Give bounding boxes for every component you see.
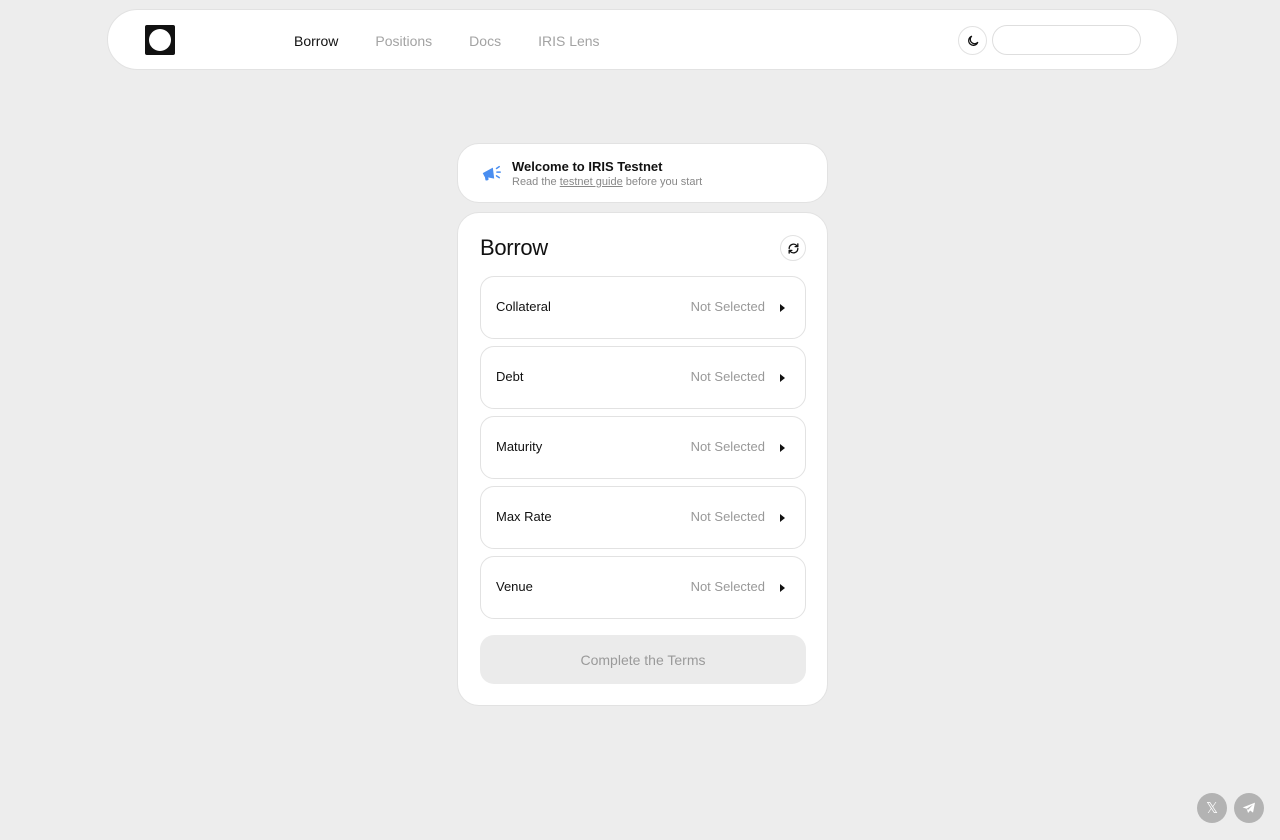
banner-title: Welcome to IRIS Testnet xyxy=(512,159,663,174)
x-social-button[interactable]: 𝕏 xyxy=(1197,793,1227,823)
borrow-card: Borrow Collateral Not Selected Debt Not … xyxy=(457,212,828,706)
refresh-button[interactable] xyxy=(780,235,806,261)
collateral-selector[interactable]: Collateral Not Selected xyxy=(480,276,806,339)
wallet-connect-button[interactable] xyxy=(992,25,1141,55)
maturity-selector[interactable]: Maturity Not Selected xyxy=(480,416,806,479)
top-navbar: Borrow Positions Docs IRIS Lens xyxy=(107,9,1178,70)
venue-selector[interactable]: Venue Not Selected xyxy=(480,556,806,619)
nav-link-positions[interactable]: Positions xyxy=(375,33,432,49)
caret-right-icon xyxy=(780,444,785,452)
caret-right-icon xyxy=(780,514,785,522)
testnet-guide-link[interactable]: testnet guide xyxy=(560,176,623,188)
terms-list: Collateral Not Selected Debt Not Selecte… xyxy=(480,276,806,626)
banner-sub-suffix: before you start xyxy=(622,176,703,188)
nav-link-borrow[interactable]: Borrow xyxy=(294,33,338,49)
logo[interactable] xyxy=(145,25,175,55)
page-title: Borrow xyxy=(480,235,548,260)
row-label: Maturity xyxy=(496,439,543,454)
complete-terms-button[interactable]: Complete the Terms xyxy=(480,635,806,684)
row-label: Collateral xyxy=(496,299,551,314)
theme-toggle-button[interactable] xyxy=(958,26,987,55)
row-value: Not Selected xyxy=(690,299,765,314)
banner-subtitle: Read the testnet guide before you start xyxy=(512,176,702,188)
debt-selector[interactable]: Debt Not Selected xyxy=(480,346,806,409)
row-value: Not Selected xyxy=(690,579,765,594)
caret-right-icon xyxy=(780,304,785,312)
telegram-social-button[interactable] xyxy=(1234,793,1264,823)
caret-right-icon xyxy=(780,374,785,382)
nav-link-docs[interactable]: Docs xyxy=(469,33,501,49)
caret-right-icon xyxy=(780,584,785,592)
row-value: Not Selected xyxy=(690,439,765,454)
row-label: Max Rate xyxy=(496,509,552,524)
row-label: Venue xyxy=(496,579,533,594)
nav-link-iris-lens[interactable]: IRIS Lens xyxy=(538,33,599,49)
row-value: Not Selected xyxy=(690,509,765,524)
welcome-banner: Welcome to IRIS Testnet Read the testnet… xyxy=(457,143,828,203)
x-icon: 𝕏 xyxy=(1205,800,1219,817)
main-nav: Borrow Positions Docs IRIS Lens xyxy=(294,10,637,71)
telegram-icon xyxy=(1242,802,1255,813)
max-rate-selector[interactable]: Max Rate Not Selected xyxy=(480,486,806,549)
row-label: Debt xyxy=(496,369,524,384)
row-value: Not Selected xyxy=(690,369,765,384)
banner-sub-prefix: Read the xyxy=(512,176,560,188)
refresh-icon xyxy=(788,242,798,254)
megaphone-icon xyxy=(482,165,501,181)
moon-icon xyxy=(967,35,978,46)
